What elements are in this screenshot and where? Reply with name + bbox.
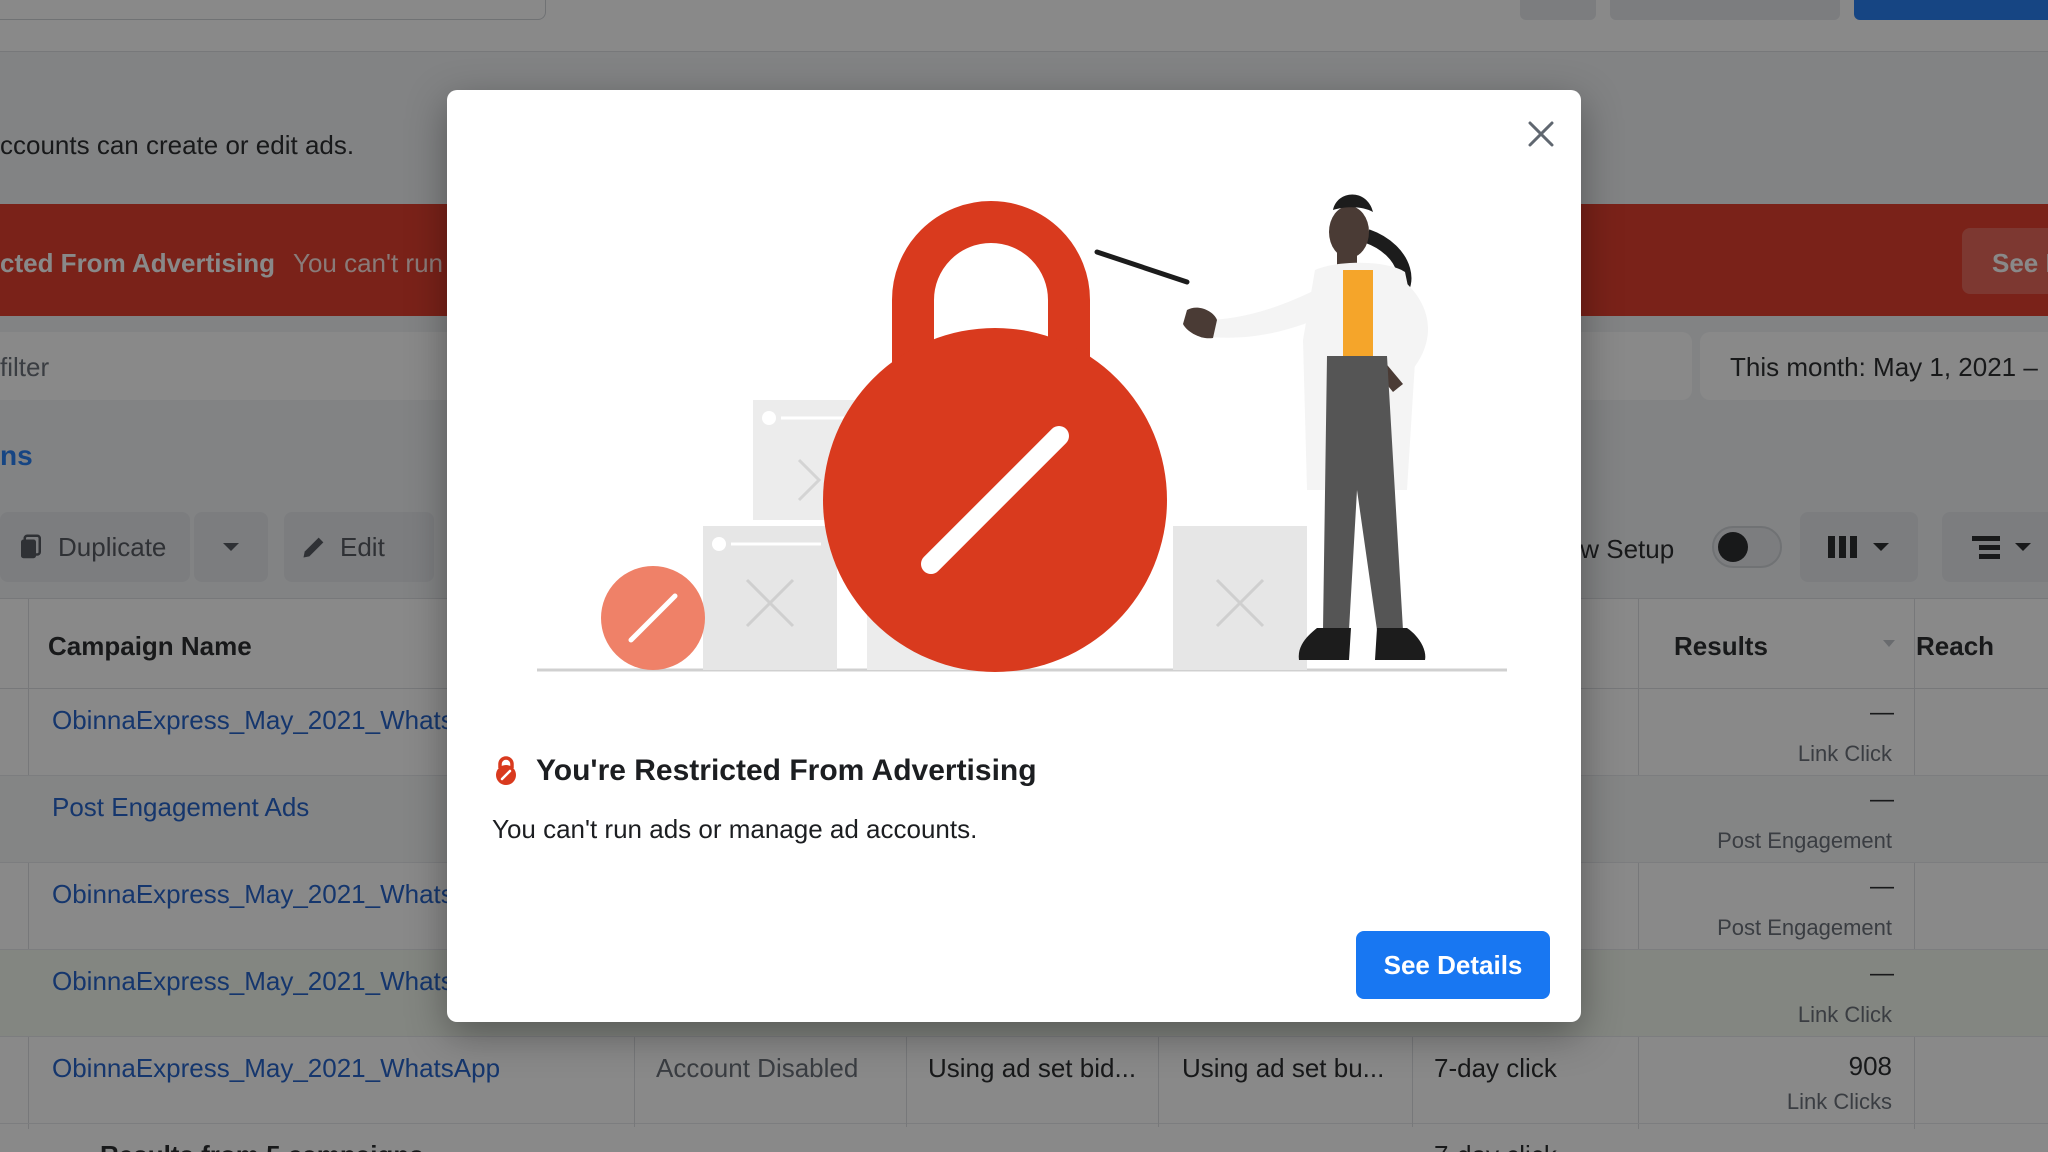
dialog-title: You're Restricted From Advertising [536,754,1037,787]
see-details-button[interactable]: See Details [1356,931,1550,999]
restricted-advertising-illustration [537,194,1507,672]
close-icon [1528,121,1554,147]
dialog-title-row: You're Restricted From Advertising [492,754,1037,788]
restriction-dialog: You're Restricted From Advertising You c… [447,90,1581,1022]
close-button[interactable] [1515,108,1567,160]
dialog-body: You can't run ads or manage ad accounts. [492,814,978,844]
restricted-lock-icon [496,756,516,785]
